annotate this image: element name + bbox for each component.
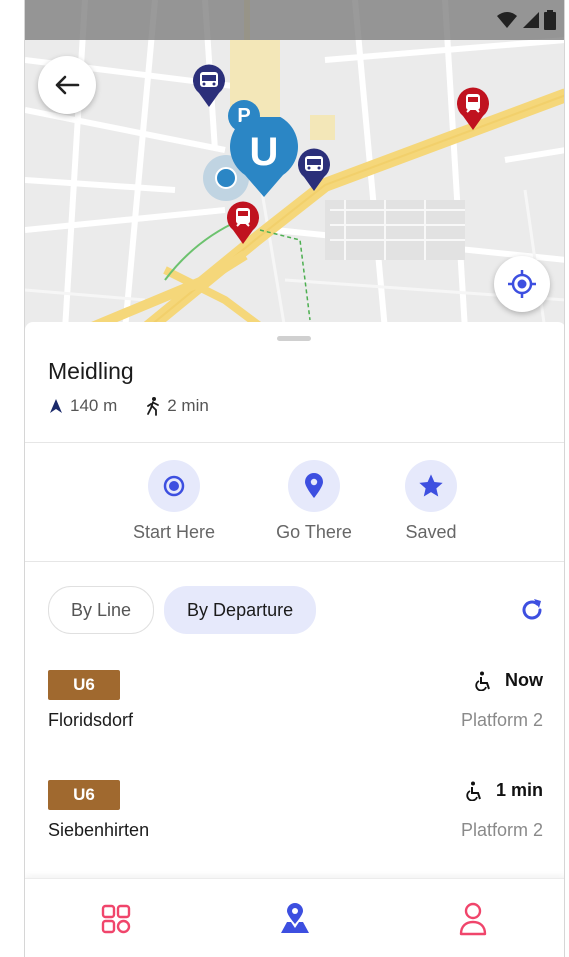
tab-by-departure[interactable]: By Departure [164, 586, 317, 634]
app-screen: P U Meidling 140 m 2 min Start Here Go T… [24, 0, 565, 957]
station-sheet: Meidling 140 m 2 min Start Here Go There… [25, 322, 564, 882]
navigation-arrow-icon [50, 399, 62, 413]
bus-stop-marker[interactable] [296, 147, 332, 191]
wheelchair-icon [475, 671, 490, 691]
departure-time: Now [475, 670, 543, 691]
go-there-button[interactable]: Go There [259, 460, 369, 543]
station-distance: 140 m [70, 396, 118, 415]
departure-tabs: By Line By Departure [48, 586, 317, 634]
train-stop-marker[interactable] [225, 200, 261, 244]
station-walk-time: 2 min [167, 396, 209, 415]
divider [25, 561, 564, 562]
bottom-navigation [25, 878, 564, 957]
selected-station-marker-label: U [249, 129, 279, 174]
my-location-button[interactable] [494, 256, 550, 312]
departure-row[interactable]: U6 Floridsdorf Now Platform 2 [48, 670, 543, 754]
walking-icon [147, 397, 160, 416]
train-stop-marker[interactable] [455, 86, 491, 130]
departure-time-value: 1 min [495, 780, 543, 800]
departure-destination: Floridsdorf [48, 710, 134, 730]
start-here-label: Start Here [132, 522, 216, 542]
nav-profile[interactable] [453, 899, 493, 939]
crosshair-location-icon [508, 270, 536, 298]
departure-platform: Platform 2 [460, 710, 543, 730]
start-here-button[interactable]: Start Here [119, 460, 229, 543]
saved-icon-wrap [405, 460, 457, 512]
map-view[interactable]: P U [25, 0, 564, 330]
station-meta: 140 m 2 min [48, 396, 209, 416]
departure-time: 1 min [466, 780, 543, 801]
bus-stop-marker[interactable] [191, 63, 227, 107]
go-there-label: Go There [276, 522, 352, 542]
saved-label: Saved [405, 522, 457, 542]
person-icon [459, 902, 487, 936]
departure-platform: Platform 2 [460, 820, 543, 840]
map-pin-icon [281, 903, 309, 933]
line-badge: U6 [48, 670, 120, 700]
nav-dashboard[interactable] [96, 899, 136, 939]
refresh-icon[interactable] [518, 596, 546, 624]
battery-icon [544, 10, 556, 30]
divider [25, 442, 564, 443]
station-title: Meidling [48, 358, 134, 384]
status-bar [25, 0, 564, 40]
station-actions: Start Here Go There Saved [25, 460, 564, 562]
cell-signal-icon [523, 12, 539, 28]
star-icon [419, 474, 443, 497]
wheelchair-icon [466, 781, 481, 801]
departure-row[interactable]: U6 Siebenhirten 1 min Platform 2 [48, 780, 543, 864]
sheet-drag-handle[interactable] [277, 336, 311, 341]
arrow-left-icon [55, 75, 80, 95]
start-here-icon-wrap [148, 460, 200, 512]
location-pin-icon [305, 473, 323, 498]
nav-map[interactable] [275, 899, 315, 939]
status-icons [496, 10, 556, 30]
wifi-icon [497, 12, 517, 28]
line-badge: U6 [48, 780, 120, 810]
departure-destination: Siebenhirten [48, 820, 150, 840]
grid-icon [101, 904, 131, 934]
back-button[interactable] [38, 56, 96, 114]
go-there-icon-wrap [288, 460, 340, 512]
tab-by-line[interactable]: By Line [48, 586, 155, 634]
radio-target-icon [163, 475, 185, 497]
departure-time-value: Now [505, 670, 543, 690]
saved-button[interactable]: Saved [376, 460, 486, 543]
